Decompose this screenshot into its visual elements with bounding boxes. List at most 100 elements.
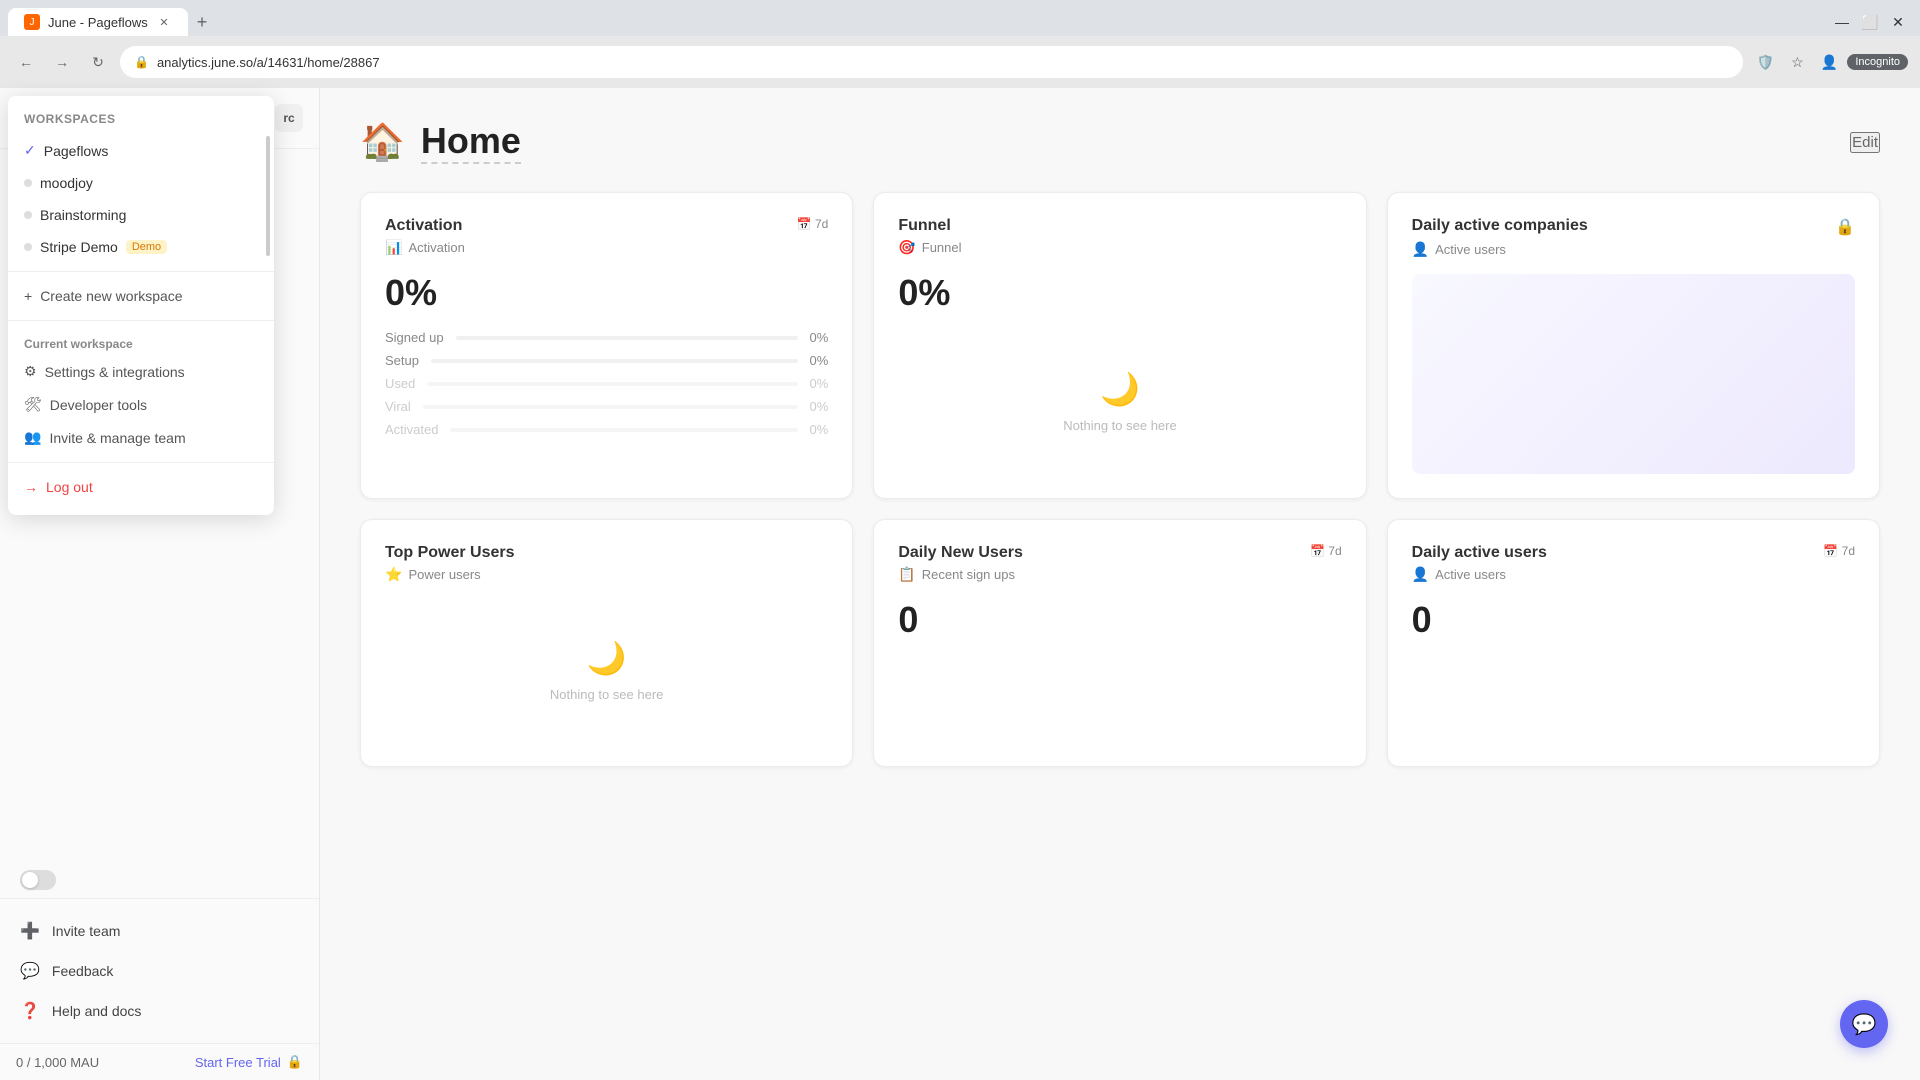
profile-icon[interactable]: 👤 — [1815, 48, 1843, 76]
settings-integrations-button[interactable]: ⚙ Settings & integrations — [8, 355, 274, 388]
url-text: analytics.june.so/a/14631/home/28867 — [157, 55, 380, 70]
tab-favicon: J — [24, 14, 40, 30]
bar-track — [431, 359, 798, 363]
dnu-card-header: Daily New Users 📅 7d — [898, 544, 1341, 562]
create-workspace-button[interactable]: + Create new workspace — [8, 280, 274, 312]
dnu-subtitle-text: Recent sign ups — [922, 567, 1015, 582]
dnu-badge: 📅 7d — [1310, 544, 1342, 558]
window-close[interactable]: ✕ — [1884, 8, 1912, 36]
logout-icon: → — [24, 479, 38, 495]
tpu-subtitle: ⭐ Power users — [385, 566, 828, 583]
tab-bar: J June - Pageflows ✕ + — ⬜ ✕ — [0, 0, 1920, 36]
demo-badge: Demo — [126, 240, 167, 254]
workspace-name-moodjoy: moodjoy — [40, 175, 93, 191]
row-label: Activated — [385, 422, 438, 437]
address-bar: ← → ↻ 🔒 analytics.june.so/a/14631/home/2… — [0, 36, 1920, 88]
upgrade-button[interactable]: Start Free Trial 🔒 — [195, 1054, 303, 1070]
main-content: 🏠 Home Edit Activation 📅 7d 📊 Activation… — [320, 88, 1920, 1080]
funnel-empty-text: Nothing to see here — [1063, 418, 1176, 433]
activation-icon: 📊 — [385, 239, 402, 256]
dac-lock-icon: 🔒 — [1835, 217, 1855, 237]
bookmark-icon[interactable]: ☆ — [1783, 48, 1811, 76]
new-tab-button[interactable]: + — [188, 8, 216, 36]
workspaces-section-label: Workspaces — [8, 108, 274, 134]
dau-icon: 👤 — [1412, 566, 1429, 583]
row-label: Setup — [385, 353, 419, 368]
dau-badge: 📅 7d — [1823, 544, 1855, 558]
dnu-value: 0 — [898, 599, 1341, 641]
dac-title: Daily active companies — [1412, 217, 1588, 235]
divider-2 — [8, 320, 274, 321]
developer-tools-button[interactable]: 🛠 Developer tools — [8, 388, 274, 421]
workspace-item-pageflows[interactable]: ✓ Pageflows — [8, 134, 274, 167]
window-minimize[interactable]: — — [1828, 8, 1856, 36]
dev-icon: 🛠 — [24, 396, 42, 413]
daily-new-users-card: Daily New Users 📅 7d 📋 Recent sign ups 0 — [873, 519, 1366, 767]
active-tab[interactable]: J June - Pageflows ✕ — [8, 8, 188, 36]
page-home-icon: 🏠 — [360, 121, 405, 163]
tab-close-button[interactable]: ✕ — [156, 14, 172, 30]
invite-team-button[interactable]: ➕ Invite team — [8, 911, 311, 951]
workspace-item-moodjoy[interactable]: moodjoy — [8, 167, 274, 199]
help-docs-label: Help and docs — [52, 1003, 142, 1019]
back-button[interactable]: ← — [12, 48, 40, 76]
funnel-title: Funnel — [898, 217, 950, 235]
extension-icon[interactable]: 🛡️ — [1751, 48, 1779, 76]
dnu-title: Daily New Users — [898, 544, 1023, 562]
settings-label: Settings & integrations — [45, 364, 185, 380]
tpu-title: Top Power Users — [385, 544, 515, 562]
invite-manage-team-button[interactable]: 👥 Invite & manage team — [8, 421, 274, 454]
feedback-button[interactable]: 💬 Feedback — [8, 951, 311, 991]
row-bar — [423, 405, 798, 409]
dac-locked-chart — [1412, 274, 1855, 474]
daily-active-companies-card: Daily active companies 🔒 👤 Active users — [1387, 192, 1880, 499]
moon-icon: 🌙 — [1100, 370, 1140, 408]
funnel-value: 0% — [898, 272, 1341, 314]
chat-fab-button[interactable]: 💬 — [1840, 1000, 1888, 1048]
toggle-switch[interactable] — [20, 870, 56, 890]
tpu-empty-text: Nothing to see here — [550, 687, 663, 702]
sidebar-bottom: ➕ Invite team 💬 Feedback ❓ Help and docs — [0, 898, 319, 1043]
window-maximize[interactable]: ⬜ — [1856, 8, 1884, 36]
dac-card-header: Daily active companies 🔒 — [1412, 217, 1855, 237]
dau-card-header: Daily active users 📅 7d — [1412, 544, 1855, 562]
bar-track — [456, 336, 798, 340]
mau-count: 0 / 1,000 MAU — [16, 1055, 99, 1070]
workspace-item-brainstorming[interactable]: Brainstorming — [8, 199, 274, 231]
current-workspace-section-label: Current workspace — [8, 329, 274, 355]
moon-icon-2: 🌙 — [587, 639, 627, 677]
sidebar: P Pageflows ▼ rc Workspaces ✓ Pageflows … — [0, 88, 320, 1080]
workspace-name-pageflows: Pageflows — [44, 143, 109, 159]
url-input[interactable]: 🔒 analytics.june.so/a/14631/home/28867 — [120, 46, 1743, 78]
row-setup: Setup 0% — [385, 353, 828, 368]
workspace-dropdown: Workspaces ✓ Pageflows moodjoy Brainstor… — [8, 96, 274, 515]
dnu-subtitle: 📋 Recent sign ups — [898, 566, 1341, 583]
browser-actions: 🛡️ ☆ 👤 Incognito — [1751, 48, 1908, 76]
refresh-button[interactable]: ↻ — [84, 48, 112, 76]
row-value: 0% — [810, 399, 829, 414]
help-icon: ❓ — [20, 1001, 40, 1021]
help-docs-button[interactable]: ❓ Help and docs — [8, 991, 311, 1031]
forward-button[interactable]: → — [48, 48, 76, 76]
row-used: Used 0% — [385, 376, 828, 391]
cards-grid: Activation 📅 7d 📊 Activation 0% Signed u… — [360, 192, 1880, 767]
tpu-subtitle-text: Power users — [408, 567, 480, 582]
page-title-area: 🏠 Home — [360, 120, 521, 164]
invite-label: Invite & manage team — [49, 430, 185, 446]
tpu-empty-state: 🌙 Nothing to see here — [385, 599, 828, 742]
divider-3 — [8, 462, 274, 463]
workspace-item-stripe-demo[interactable]: Stripe Demo Demo — [8, 231, 274, 263]
dnu-icon: 📋 — [898, 566, 915, 583]
logout-button[interactable]: → Log out — [8, 471, 274, 503]
lock-icon: 🔒 — [287, 1054, 303, 1070]
daily-active-users-card: Daily active users 📅 7d 👤 Active users 0 — [1387, 519, 1880, 767]
edit-button[interactable]: Edit — [1850, 132, 1880, 153]
workspace-name-stripe-demo: Stripe Demo — [40, 239, 118, 255]
dac-subtitle-text: Active users — [1435, 242, 1506, 257]
check-icon: ✓ — [24, 142, 36, 159]
command-shortcut-button[interactable]: rc — [275, 104, 303, 132]
browser-chrome: J June - Pageflows ✕ + — ⬜ ✕ ← → ↻ 🔒 ana… — [0, 0, 1920, 88]
funnel-subtitle: 🎯 Funnel — [898, 239, 1341, 256]
invite-team-label: Invite team — [52, 923, 120, 939]
tab-title: June - Pageflows — [48, 15, 148, 30]
